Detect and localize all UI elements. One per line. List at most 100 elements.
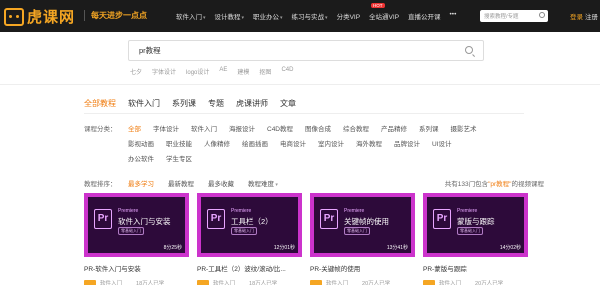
chevron-down-icon: ▾ (325, 15, 328, 21)
thumbnail-art: Pr Premiere 工具栏（2） 零基础入门 12分01秒 (201, 197, 298, 253)
search-icon[interactable] (465, 46, 473, 54)
nav-item[interactable]: 练习与实战▾ (292, 11, 328, 21)
tab-item[interactable]: 专题 (208, 98, 224, 113)
course-card[interactable]: Pr Premiere 工具栏（2） 零基础入门 12分01秒 PR-工具栏（2）波纹/滚… (197, 193, 302, 285)
main-nav: 软件入门▾ 设计教程▾ 职业办公▾ 练习与实战▾ 分类VIP 全站通VIP 直播公开课 ••• (176, 11, 465, 21)
category-item[interactable]: C4D教程 (267, 123, 293, 133)
sort-option[interactable]: 最新教程 (168, 178, 194, 188)
category-item[interactable]: 产品精修 (381, 123, 407, 133)
tab-item[interactable]: 虎课讲师 (236, 98, 268, 113)
course-meta: 软件入门 18万人已学 (197, 279, 302, 285)
hot-word[interactable]: 建模 (237, 67, 249, 76)
course-thumbnail[interactable]: Pr Premiere 蒙版与跟踪 零基础入门 14分02秒 (423, 193, 528, 257)
hot-word[interactable]: AE (219, 67, 227, 76)
category-item[interactable]: UI设计 (432, 138, 452, 148)
category-item[interactable]: 海外教程 (356, 138, 382, 148)
tab-item[interactable]: 全部教程 (84, 98, 116, 113)
tab-item[interactable]: 文章 (280, 98, 296, 113)
login-link[interactable]: 登录 (570, 11, 583, 21)
hot-word[interactable]: C4D (281, 67, 293, 76)
search-icon[interactable] (539, 12, 545, 18)
sort-option[interactable]: 最多学习 (128, 178, 154, 188)
tabs-divider (84, 113, 524, 114)
course-card[interactable]: Pr Premiere 软件入门与安装 零基础入门 8分25秒 PR-软件入门与安装软件入… (84, 193, 189, 285)
course-title[interactable]: PR-工具栏（2）波纹/滚动/比... (197, 263, 302, 273)
course-title[interactable]: PR-软件入门与安装 (84, 263, 189, 273)
thumbnail-software-name: Premiere (457, 208, 478, 214)
nav-item[interactable]: 设计教程▾ (215, 11, 245, 21)
video-duration: 8分25秒 (163, 245, 182, 251)
course-level: 软件入门 (326, 281, 349, 285)
thumbnail-art: Pr Premiere 关键帧的使用 零基础入门 13分41秒 (314, 197, 411, 253)
hot-word[interactable]: 字体设计 (152, 67, 176, 76)
category-item[interactable]: 图像合成 (305, 123, 331, 133)
category-item[interactable]: 字体设计 (153, 123, 179, 133)
nav-item[interactable]: 软件入门▾ (176, 11, 206, 21)
tab-item[interactable]: 软件入门 (128, 98, 160, 113)
sort-option[interactable]: 最多收藏 (208, 178, 234, 188)
nav-item[interactable]: ••• (450, 11, 457, 21)
course-meta: 软件入门 20万人已学 (310, 279, 415, 285)
category-item[interactable]: 综合教程 (343, 123, 369, 133)
site-logo[interactable]: 虎课网 (4, 6, 75, 27)
tab-item[interactable]: 系列课 (172, 98, 196, 113)
course-thumbnail[interactable]: Pr Premiere 关键帧的使用 零基础入门 13分41秒 (310, 193, 415, 257)
category-item[interactable]: 品牌设计 (394, 138, 420, 148)
category-item[interactable]: 室内设计 (318, 138, 344, 148)
header-search-input[interactable]: 搜索教程/专题 (480, 10, 548, 22)
course-level: 软件入门 (213, 281, 236, 285)
register-link[interactable]: 注册 (585, 11, 598, 21)
result-count: 共有133门包含"pr教程"的视频课程 (445, 178, 544, 188)
category-item[interactable]: 影视动画 (128, 138, 154, 148)
course-title[interactable]: PR-关键帧的使用 (310, 263, 415, 273)
category-item[interactable]: 人像精修 (204, 138, 230, 148)
course-level: 软件入门 (100, 281, 123, 285)
nav-item[interactable]: 分类VIP (337, 11, 360, 21)
hot-word[interactable]: 抠图 (259, 67, 271, 76)
nav-item-label: ••• (449, 11, 457, 18)
category-row-1: 全部 字体设计 软件入门 海报设计 C4D教程 图像合成 综合教程 产品精修 系列课 摄影艺术 (128, 123, 489, 133)
thumbnail-subtitle: 零基础入门 (344, 227, 370, 235)
chevron-down-icon: ▾ (203, 15, 206, 21)
nav-item[interactable]: 直播公开课 (408, 11, 441, 21)
premiere-logo-icon: Pr (207, 209, 225, 229)
course-thumbnail[interactable]: Pr Premiere 软件入门与安装 零基础入门 8分25秒 (84, 193, 189, 257)
sort-option[interactable]: 教程难度 ▾ (248, 178, 278, 188)
category-item[interactable]: 海报设计 (229, 123, 255, 133)
nav-item[interactable]: 全站通VIP (369, 11, 399, 21)
course-title[interactable]: PR-蒙版与跟踪 (423, 263, 528, 273)
category-item[interactable]: 办公软件 (128, 153, 154, 163)
thumbnail-title: 工具栏（2） (231, 217, 273, 226)
hot-word[interactable]: 七夕 (130, 67, 142, 76)
course-grid: Pr Premiere 软件入门与安装 零基础入门 8分25秒 PR-软件入门与安装软件入… (84, 193, 536, 285)
course-thumbnail[interactable]: Pr Premiere 工具栏（2） 零基础入门 12分01秒 (197, 193, 302, 257)
chevron-down-icon: ▾ (274, 182, 278, 188)
nav-item[interactable]: 职业办公▾ (253, 11, 283, 21)
thumbnail-title: 蒙版与跟踪 (457, 217, 495, 226)
main-search-box (128, 40, 484, 61)
category-item[interactable]: 系列课 (419, 123, 439, 133)
video-duration: 12分01秒 (273, 245, 295, 251)
video-duration: 13分41秒 (386, 245, 408, 251)
course-card[interactable]: Pr Premiere 蒙版与跟踪 零基础入门 14分02秒 PR-蒙版与跟踪 软件入门 20… (423, 193, 528, 285)
video-duration: 14分02秒 (499, 245, 521, 251)
category-item[interactable]: 软件入门 (191, 123, 217, 133)
sort-bar: 教程排序： 最多学习 最新教程 最多收藏 教程难度 ▾ 共有133门包含"pr教程"的… (84, 176, 544, 190)
thumbnail-art: Pr Premiere 软件入门与安装 零基础入门 8分25秒 (88, 197, 185, 253)
hot-word[interactable]: logo设计 (186, 67, 209, 76)
sort-option-label: 最新教程 (168, 181, 194, 188)
category-item[interactable]: 职业技能 (166, 138, 192, 148)
category-item[interactable]: 电商设计 (280, 138, 306, 148)
nav-item-label: 练习与实战 (291, 14, 325, 21)
premiere-logo-icon: Pr (94, 209, 112, 229)
category-row-2: 影视动画 职业技能 人像精修 绘画插画 电商设计 室内设计 海外教程 品牌设计 UI设计 (128, 138, 464, 148)
main-search-input[interactable] (129, 41, 449, 60)
category-item[interactable]: 绘画插画 (242, 138, 268, 148)
category-item[interactable]: 学生专区 (166, 153, 192, 163)
course-card[interactable]: Pr Premiere 关键帧的使用 零基础入门 13分41秒 PR-关键帧的使用 软件入门… (310, 193, 415, 285)
learner-count: 18万人已学 (249, 281, 278, 285)
category-item[interactable]: 全部 (128, 123, 141, 133)
course-level: 软件入门 (439, 281, 462, 285)
category-item[interactable]: 摄影艺术 (451, 123, 477, 133)
result-suffix: 的视频课程 (511, 181, 545, 188)
